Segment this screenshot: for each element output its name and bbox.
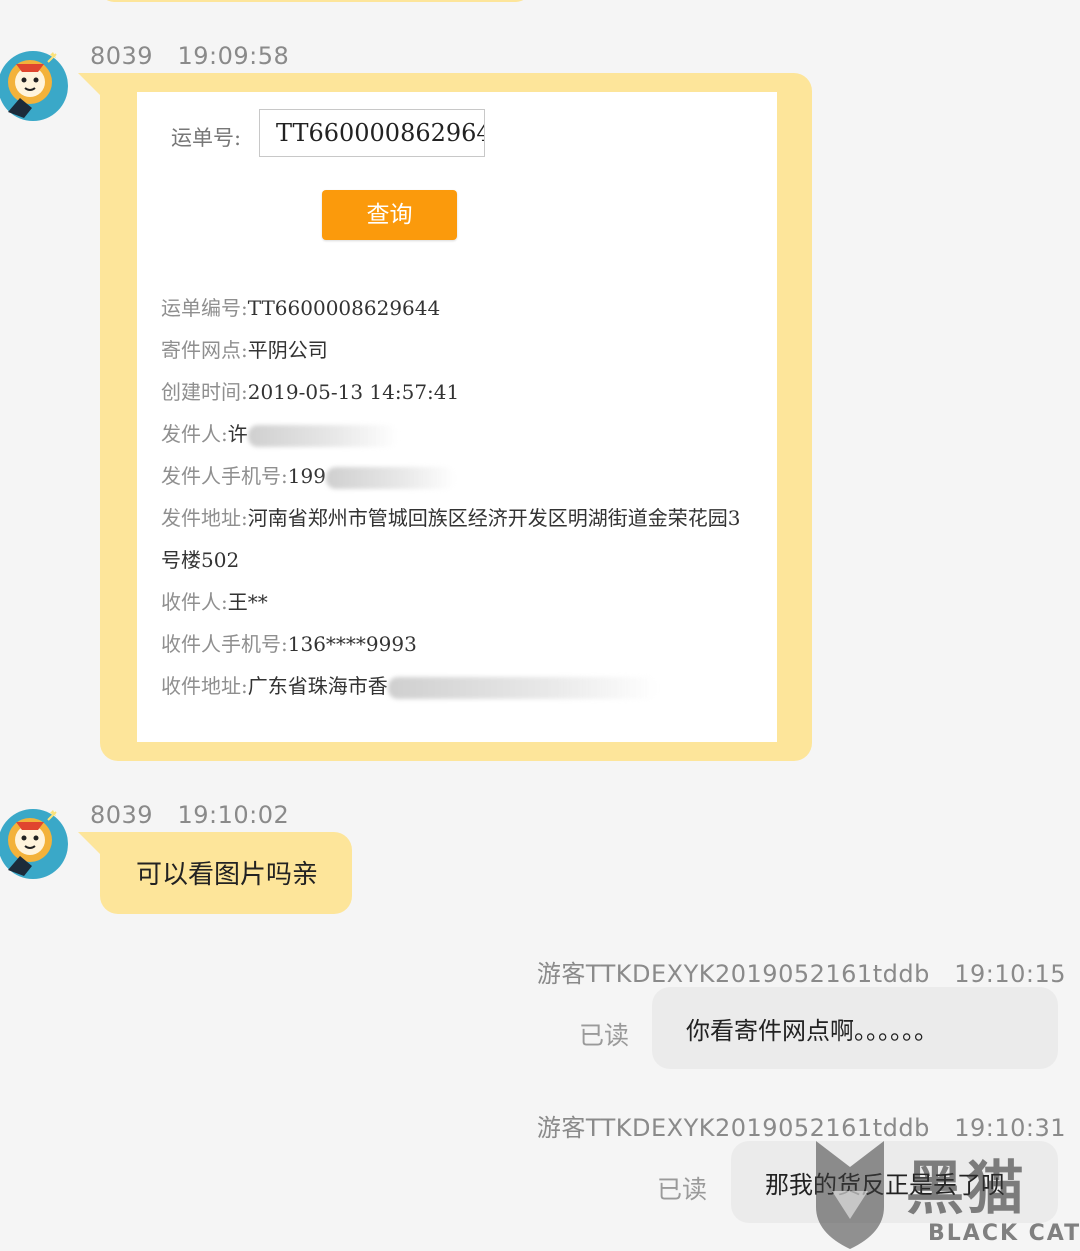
row-value: 许 [227,422,248,446]
message-meta: 游客TTKDEXYK2019052161tddb 19:10:15 [537,954,1066,989]
text-message-bubble[interactable]: 可以看图片吗亲 [100,832,352,914]
info-row-sender: 发件人:许 [161,418,398,447]
row-value: 河南省郑州市管城回族区经济开发区明湖街道金荣花园3 [247,506,741,530]
row-label: 收件地址: [161,674,248,698]
mascot-icon [0,51,68,121]
row-label: 发件地址: [161,506,248,530]
agent-avatar[interactable] [0,800,68,888]
row-value: 136****9993 [287,632,417,656]
read-status: 已读 [579,1021,630,1050]
row-value: TT6600008629644 [247,296,441,320]
info-row-waybill: 运单编号:TT6600008629644 [161,292,440,321]
info-row-recipient-address: 收件地址:广东省珠海市香 [161,670,658,699]
info-row-recipient: 收件人:王** [161,586,268,615]
row-label: 寄件网点: [161,338,248,362]
row-label: 收件人手机号: [161,632,288,656]
row-label: 发件人手机号: [161,464,288,488]
info-row-sender-address: 发件地址:河南省郑州市管城回族区经济开发区明湖街道金荣花园3 [161,502,740,531]
row-value: 2019-05-13 14:57:41 [247,380,460,404]
row-label: 收件人: [161,590,228,614]
sender-name: 8039 [90,801,154,829]
sender-name: 8039 [90,42,154,70]
row-value: 广东省珠海市香 [247,674,388,698]
message-text: 可以看图片吗亲 [136,860,319,890]
message-time: 19:10:02 [177,801,290,829]
text-message-bubble[interactable]: 你看寄件网点啊。。。。。。 [652,987,1058,1069]
row-value: 号楼502 [161,548,240,572]
redaction-blur [387,676,658,699]
message-meta: 8039 19:09:58 [90,42,289,70]
read-status: 已读 [657,1175,708,1204]
row-label: 运单编号: [161,296,248,320]
info-row-recipient-phone: 收件人手机号:136****9993 [161,628,417,657]
row-value: 王** [227,590,268,614]
waybill-label: 运单号: [171,126,242,150]
tracking-screenshot[interactable]: 运单号: TT6600008629644 查询 运单编号:TT660000862… [137,92,777,742]
info-row-sender-address-cont: 号楼502 [161,544,239,573]
info-row-created: 创建时间:2019-05-13 14:57:41 [161,376,459,405]
row-label: 创建时间: [161,380,248,404]
redaction-blur [247,424,398,447]
sender-name: 游客TTKDEXYK2019052161tddb [536,960,930,988]
row-value: 平阴公司 [247,338,328,362]
message-time: 19:10:15 [954,960,1066,988]
blackcat-watermark: 黑猫 BLACK CAT [810,1137,1080,1251]
redaction-blur [325,466,456,489]
message-meta: 8039 19:10:02 [90,801,289,829]
previous-message-bubble [100,0,530,2]
mascot-icon [0,809,68,879]
query-button: 查询 [322,190,457,240]
message-text: 你看寄件网点啊。。。。。。 [686,1017,938,1045]
watermark-brand-en: BLACK CAT [928,1221,1080,1246]
row-label: 发件人: [161,422,228,446]
watermark-brand-cn: 黑猫 [906,1154,1027,1222]
info-row-branch: 寄件网点:平阴公司 [161,334,328,363]
message-time: 19:09:58 [177,42,290,70]
waybill-input: TT6600008629644 [259,109,485,157]
row-value: 199 [287,464,326,488]
info-row-sender-phone: 发件人手机号:199 [161,460,456,489]
agent-avatar[interactable] [0,42,68,130]
